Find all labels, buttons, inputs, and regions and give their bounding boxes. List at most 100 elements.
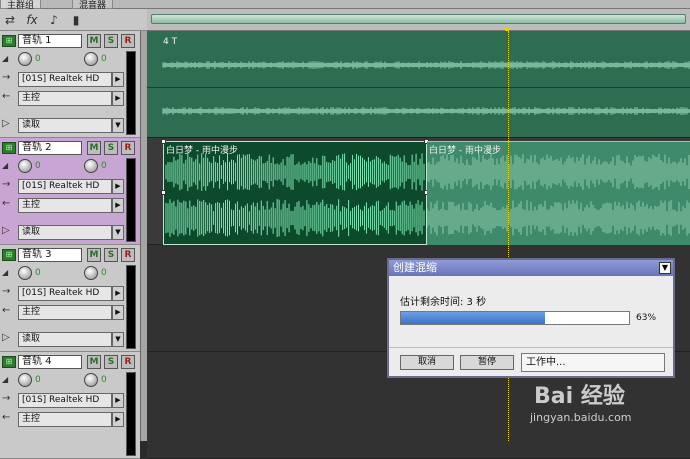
audio-clip[interactable]: 白日梦 - 雨中漫步 — [427, 141, 690, 245]
track-lane[interactable]: 4 T — [147, 31, 690, 138]
record-button[interactable]: R — [121, 248, 135, 262]
clip-handle[interactable] — [161, 190, 166, 195]
volume-value: 0 — [35, 54, 41, 64]
automation-row: ▷ 读取 ▼ — [2, 118, 124, 133]
timeline-scrollbar[interactable] — [151, 14, 686, 24]
panel-splitter[interactable] — [140, 31, 147, 441]
chevron-right-icon[interactable]: ▶ — [112, 305, 124, 320]
pan-value: 0 — [101, 54, 107, 64]
clip-handle[interactable] — [161, 139, 166, 144]
send-icon[interactable]: ♪ — [46, 12, 62, 28]
volume-knob[interactable] — [18, 159, 32, 173]
output-select[interactable]: 主控 — [18, 198, 112, 213]
level-meter — [126, 265, 136, 349]
track-name-field[interactable]: 音轨 3 — [18, 248, 82, 262]
pan-knob[interactable] — [84, 373, 98, 387]
tab-main-group[interactable]: 主群组 — [0, 0, 42, 11]
track-meter-icon[interactable]: ⊞ — [2, 35, 16, 47]
volume-value: 0 — [35, 268, 41, 278]
waveform-bottom — [427, 200, 690, 236]
dialog-title-bar[interactable]: 创建混缩 ▼ — [389, 260, 673, 276]
output-select[interactable]: 主控 — [18, 412, 112, 427]
dialog-menu-icon[interactable]: ▼ — [659, 262, 671, 274]
volume-icon: ◢ — [2, 268, 9, 277]
record-button[interactable]: R — [121, 355, 135, 369]
chevron-right-icon[interactable]: ▶ — [112, 412, 124, 427]
input-arrow-icon: → — [2, 286, 11, 297]
track-name-field[interactable]: 音轨 4 — [18, 355, 82, 369]
solo-button[interactable]: S — [104, 34, 118, 48]
progress-bar — [400, 311, 630, 325]
expand-icon[interactable]: ▷ — [2, 225, 16, 236]
input-row: → [01S] Realtek HD ▶ — [2, 286, 124, 301]
automation-select[interactable]: 读取 — [18, 118, 112, 133]
mute-button[interactable]: M — [87, 248, 101, 262]
output-arrow-icon: ← — [2, 412, 11, 423]
eq-icon[interactable]: ▮ — [68, 12, 84, 28]
knob-row: ◢ 0 0 — [2, 159, 120, 175]
track-name-field[interactable]: 音轨 2 — [18, 141, 82, 155]
chevron-right-icon[interactable]: ▶ — [112, 198, 124, 213]
dialog-title: 创建混缩 — [393, 261, 437, 274]
pan-knob[interactable] — [84, 266, 98, 280]
swap-icon[interactable]: ⇄ — [2, 12, 18, 28]
volume-knob[interactable] — [18, 266, 32, 280]
chevron-right-icon[interactable]: ▶ — [112, 72, 124, 87]
chevron-down-icon[interactable]: ▼ — [112, 118, 124, 133]
automation-select[interactable]: 读取 — [18, 332, 112, 347]
level-meter — [126, 158, 136, 242]
record-button[interactable]: R — [121, 34, 135, 48]
chevron-right-icon[interactable]: ▶ — [112, 179, 124, 194]
track-lane[interactable]: 白日梦 - 雨中漫步 白日梦 - 雨中漫步 — [147, 138, 690, 245]
chevron-right-icon[interactable]: ▶ — [112, 91, 124, 106]
cancel-button[interactable]: 取消 — [400, 355, 454, 370]
chevron-down-icon[interactable]: ▼ — [112, 332, 124, 347]
waveform-bottom — [165, 199, 425, 237]
record-button[interactable]: R — [121, 141, 135, 155]
dialog-divider — [389, 347, 673, 348]
channel-divider — [147, 87, 690, 88]
automation-select[interactable]: 读取 — [18, 225, 112, 240]
input-select[interactable]: [01S] Realtek HD — [18, 72, 112, 87]
pan-knob[interactable] — [84, 159, 98, 173]
solo-button[interactable]: S — [104, 355, 118, 369]
expand-icon[interactable]: ▷ — [2, 118, 16, 129]
pan-knob[interactable] — [84, 52, 98, 66]
input-row: → [01S] Realtek HD ▶ — [2, 72, 124, 87]
track-toolbar: ⇄ fx ♪ ▮ — [0, 9, 147, 31]
volume-value: 0 — [35, 375, 41, 385]
input-arrow-icon: → — [2, 179, 11, 190]
volume-knob[interactable] — [18, 373, 32, 387]
input-select[interactable]: [01S] Realtek HD — [18, 286, 112, 301]
pause-button[interactable]: 暂停 — [460, 355, 514, 370]
output-select[interactable]: 主控 — [18, 305, 112, 320]
tab-mixer[interactable]: 混音器 — [72, 0, 114, 11]
mute-button[interactable]: M — [87, 34, 101, 48]
solo-button[interactable]: S — [104, 248, 118, 262]
top-tab-bar: 主群组 混音器 — [0, 0, 690, 11]
mute-button[interactable]: M — [87, 141, 101, 155]
audio-clip-selected[interactable]: 白日梦 - 雨中漫步 — [161, 139, 429, 245]
track-meter-icon[interactable]: ⊞ — [2, 249, 16, 261]
solo-button[interactable]: S — [104, 141, 118, 155]
output-select[interactable]: 主控 — [18, 91, 112, 106]
pan-value: 0 — [101, 375, 107, 385]
track-meter-icon[interactable]: ⊞ — [2, 142, 16, 154]
output-row: ← 主控 ▶ — [2, 198, 124, 213]
input-select[interactable]: [01S] Realtek HD — [18, 179, 112, 194]
fx-icon[interactable]: fx — [24, 12, 40, 28]
mute-button[interactable]: M — [87, 355, 101, 369]
output-row: ← 主控 ▶ — [2, 91, 124, 106]
progress-percent: 63% — [636, 313, 657, 323]
chevron-down-icon[interactable]: ▼ — [112, 225, 124, 240]
chevron-right-icon[interactable]: ▶ — [112, 286, 124, 301]
volume-knob[interactable] — [18, 52, 32, 66]
track-meter-icon[interactable]: ⊞ — [2, 356, 16, 368]
track-name-field[interactable]: 音轨 1 — [18, 34, 82, 48]
expand-icon[interactable]: ▷ — [2, 332, 16, 343]
chevron-right-icon[interactable]: ▶ — [112, 393, 124, 408]
playhead-line[interactable] — [508, 31, 509, 441]
input-select[interactable]: [01S] Realtek HD — [18, 393, 112, 408]
input-arrow-icon: → — [2, 393, 11, 404]
waveform-top — [165, 153, 425, 191]
